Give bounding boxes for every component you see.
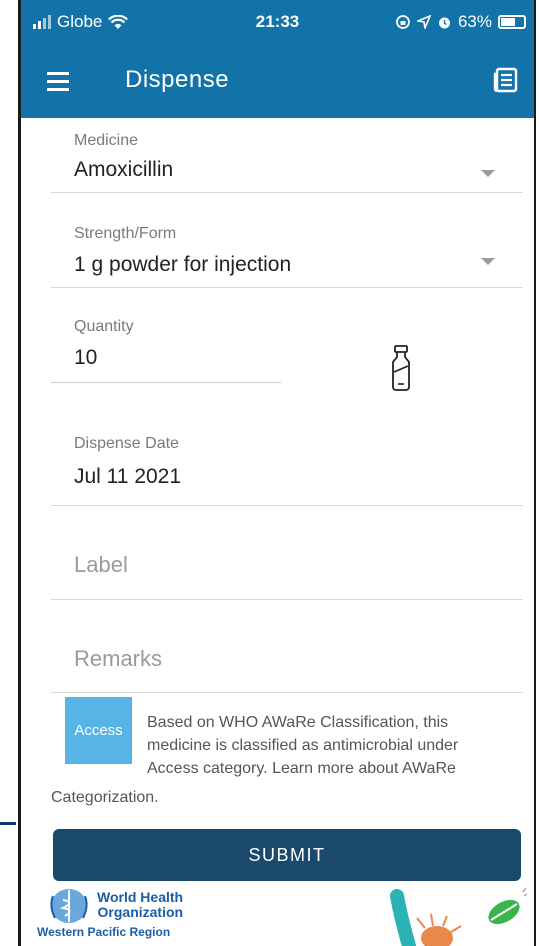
battery-percent: 63%	[457, 12, 492, 31]
page: Globe 21:33 63% Dispense Medicine Amoxic…	[0, 0, 539, 946]
who-logo-icon	[50, 889, 88, 923]
bacteria-illustration-icon	[390, 888, 527, 946]
status-bar: Globe 21:33 63%	[21, 0, 534, 46]
access-badge-text: Access	[74, 722, 123, 739]
quantity-value: 10	[74, 346, 98, 369]
alarm-icon	[438, 17, 450, 28]
medicine-label: Medicine	[74, 132, 139, 149]
aware-line-1: Based on WHO AWaRe Classification, this	[147, 714, 449, 731]
page-title: Dispense	[125, 66, 230, 93]
frame-margin	[0, 0, 18, 946]
strength-form-select[interactable]: Strength/Form 1 g powder for injection	[51, 193, 523, 288]
aware-line-3[interactable]: Access category. Learn more about AWaRe	[147, 757, 527, 780]
who-name-line1: World Health	[97, 889, 184, 905]
aware-line-4[interactable]: Categorization.	[51, 789, 159, 807]
submit-button[interactable]: SUBMIT	[53, 829, 521, 881]
phone-screen: Globe 21:33 63% Dispense Medicine Amoxic…	[21, 0, 534, 946]
who-name-line2: Organization	[97, 904, 184, 920]
quantity-label: Quantity	[74, 318, 134, 335]
who-name: World Health Organization	[97, 890, 183, 920]
quantity-field[interactable]: Quantity 10	[51, 288, 301, 383]
access-badge: Access	[65, 697, 132, 764]
battery-icon	[498, 15, 526, 29]
chevron-down-icon	[481, 170, 495, 177]
frame-dash	[0, 822, 16, 825]
strength-label: Strength/Form	[74, 225, 177, 242]
location-icon	[416, 15, 431, 29]
label-input[interactable]: Label	[51, 506, 523, 600]
label-placeholder: Label	[74, 552, 128, 577]
aware-line-2: medicine is classified as antimicrobial …	[147, 737, 459, 754]
dispense-date-field[interactable]: Dispense Date Jul 11 2021	[51, 383, 523, 506]
hamburger-menu-icon[interactable]	[47, 72, 73, 92]
who-region: Western Pacific Region	[37, 925, 171, 939]
app-bar: Dispense	[21, 46, 534, 118]
medicine-select[interactable]: Medicine Amoxicillin	[51, 118, 523, 193]
chevron-down-icon	[481, 258, 495, 265]
dispense-date-value: Jul 11 2021	[74, 465, 182, 488]
frame-border-right	[534, 0, 536, 946]
rotation-lock-icon	[396, 15, 410, 29]
remarks-input[interactable]: Remarks	[51, 600, 523, 693]
newspaper-icon[interactable]	[492, 66, 520, 94]
dispense-date-label: Dispense Date	[74, 435, 179, 452]
medicine-value: Amoxicillin	[74, 158, 174, 181]
remarks-placeholder: Remarks	[74, 646, 163, 671]
aware-note: Based on WHO AWaRe Classification, this …	[147, 711, 527, 780]
status-right: 63%	[395, 12, 526, 32]
strength-value: 1 g powder for injection	[74, 253, 292, 276]
